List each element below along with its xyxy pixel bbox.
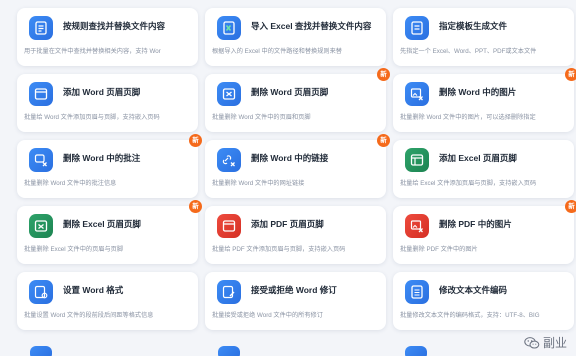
- tool-card-grid: 按规则查找并替换文件内容 用于批量在文件中查找并替换相关内容，支持 Wor 导入 E…: [0, 0, 576, 356]
- tool-card[interactable]: 删除 Excel 页眉页脚批量删除 Excel 文件中的页眉与页脚 新: [17, 200, 202, 264]
- new-badge: 新: [189, 134, 202, 147]
- header-footer-icon: [29, 82, 53, 106]
- tool-card-description: 用于批量在文件中查找并替换相关内容，支持 Wor: [24, 48, 161, 55]
- tool-card[interactable]: 添加 Excel 页眉页脚批量给 Excel 文件添加页眉与页脚，支持嵌入页码: [393, 140, 574, 198]
- tool-card-description: 先指定一个 Excel、Word、PPT、PDF或文本文件: [400, 48, 537, 55]
- tool-card-title: 添加 Excel 页眉页脚: [439, 153, 517, 163]
- tool-card[interactable]: 指定模板生成文件先指定一个 Excel、Word、PPT、PDF或文本文件: [393, 8, 574, 66]
- delete-header-icon: [217, 82, 241, 106]
- tool-card-description: 批量接受或拒绝 Word 文件中的所有修订: [212, 312, 323, 319]
- partial-card-icon: [30, 346, 52, 356]
- tool-card-title: 接受或拒绝 Word 修订: [251, 285, 337, 295]
- tool-card-description: 批量删除 Word 文件中的页眉和页脚: [212, 114, 311, 121]
- edit-doc-icon: [29, 16, 53, 40]
- tool-card-description: 批量删除 Excel 文件中的页眉与页脚: [24, 246, 124, 253]
- new-badge: 新: [377, 68, 390, 81]
- tool-card[interactable]: 修改文本文件编码批量修改文本文件的编码格式，支持：UTF-8、BIG: [393, 272, 574, 330]
- wechat-icon: [524, 336, 540, 349]
- tool-card-description: 批量修改文本文件的编码格式，支持：UTF-8、BIG: [400, 312, 540, 319]
- tool-card-title: 删除 PDF 中的图片: [439, 219, 512, 229]
- excel-delete-header-icon: [29, 214, 53, 238]
- tool-card[interactable]: 设置 Word 格式批量设置 Word 文件的段前段后间距等格式信息: [17, 272, 198, 330]
- tool-card-description: 根据导入的 Excel 中的文件路径和替换规则来替: [212, 48, 342, 55]
- tool-card-title: 按规则查找并替换文件内容: [63, 21, 166, 31]
- tool-card[interactable]: 接受或拒绝 Word 修订批量接受或拒绝 Word 文件中的所有修订: [205, 272, 386, 330]
- delete-image-icon: [405, 82, 429, 106]
- tool-card-title: 删除 Word 中的批注: [63, 153, 141, 163]
- excel-replace-icon: [217, 16, 241, 40]
- tool-card[interactable]: 导入 Excel 查找并替换文件内容根据导入的 Excel 中的文件路径和替换规…: [205, 8, 386, 66]
- tool-card-description: 批量删除 Word 文件中的网址链接: [212, 180, 305, 187]
- tool-card[interactable]: 删除 PDF 中的图片批量删除 PDF 文件中的图片 新: [393, 200, 576, 264]
- tool-card[interactable]: 删除 Word 中的图片批量删除 Word 文件中的图片，可以选择删除指定 新: [393, 68, 576, 132]
- tool-card-title: 添加 Word 页眉页脚: [63, 87, 141, 97]
- new-badge: 新: [565, 200, 576, 213]
- tool-card[interactable]: 添加 PDF 页眉页脚批量给 PDF 文件添加页眉与页脚，支持嵌入页码: [205, 206, 386, 264]
- revision-icon: [217, 280, 241, 304]
- tool-card-title: 删除 Word 中的图片: [439, 87, 517, 97]
- tool-card-description: 批量设置 Word 文件的段前段后间距等格式信息: [24, 312, 154, 319]
- tool-card-title: 删除 Word 页眉页脚: [251, 87, 329, 97]
- tool-card[interactable]: 添加 Word 页眉页脚批量给 Word 文件添加页眉与页脚，支持嵌入页码: [17, 74, 198, 132]
- watermark: 副业: [520, 333, 570, 352]
- template-doc-icon: [405, 16, 429, 40]
- tool-card-description: 批量删除 PDF 文件中的图片: [400, 246, 478, 253]
- tool-card-title: 指定模板生成文件: [439, 21, 508, 31]
- format-settings-icon: [29, 280, 53, 304]
- tool-card-description: 批量给 Word 文件添加页眉与页脚，支持嵌入页码: [24, 114, 160, 121]
- tool-card[interactable]: 删除 Word 中的链接批量删除 Word 文件中的网址链接 新: [205, 134, 390, 198]
- new-badge: 新: [565, 68, 576, 81]
- tool-card-title: 添加 PDF 页眉页脚: [251, 219, 324, 229]
- new-badge: 新: [189, 200, 202, 213]
- tool-card-description: 批量删除 Word 文件中的图片，可以选择删除指定: [400, 114, 536, 121]
- tool-card[interactable]: 删除 Word 页眉页脚批量删除 Word 文件中的页眉和页脚 新: [205, 68, 390, 132]
- pdf-delete-image-icon: [405, 214, 429, 238]
- tool-card-title: 导入 Excel 查找并替换文件内容: [251, 21, 372, 31]
- delete-comment-icon: [29, 148, 53, 172]
- tool-card[interactable]: 删除 Word 中的批注批量删除 Word 文件中的批注信息 新: [17, 134, 202, 198]
- pdf-header-icon: [217, 214, 241, 238]
- delete-link-icon: [217, 148, 241, 172]
- watermark-text: 副业: [542, 336, 567, 350]
- partial-card-icon: [405, 346, 427, 356]
- text-encoding-icon: [405, 280, 429, 304]
- tool-card-description: 批量给 Excel 文件添加页眉与页脚，支持嵌入页码: [400, 180, 537, 187]
- new-badge: 新: [377, 134, 390, 147]
- tool-card[interactable]: 按规则查找并替换文件内容用于批量在文件中查找并替换相关内容，支持 Wor: [17, 8, 198, 66]
- partial-card-icon: [218, 346, 240, 356]
- tool-card-title: 删除 Excel 页眉页脚: [63, 219, 141, 229]
- tool-card-description: 批量删除 Word 文件中的批注信息: [24, 180, 117, 187]
- tool-card-title: 删除 Word 中的链接: [251, 153, 329, 163]
- tool-card-title: 修改文本文件编码: [439, 285, 508, 295]
- tool-card-description: 批量给 PDF 文件添加页眉与页脚，支持嵌入页码: [212, 246, 346, 253]
- excel-header-icon: [405, 148, 429, 172]
- tool-card-title: 设置 Word 格式: [63, 285, 124, 295]
